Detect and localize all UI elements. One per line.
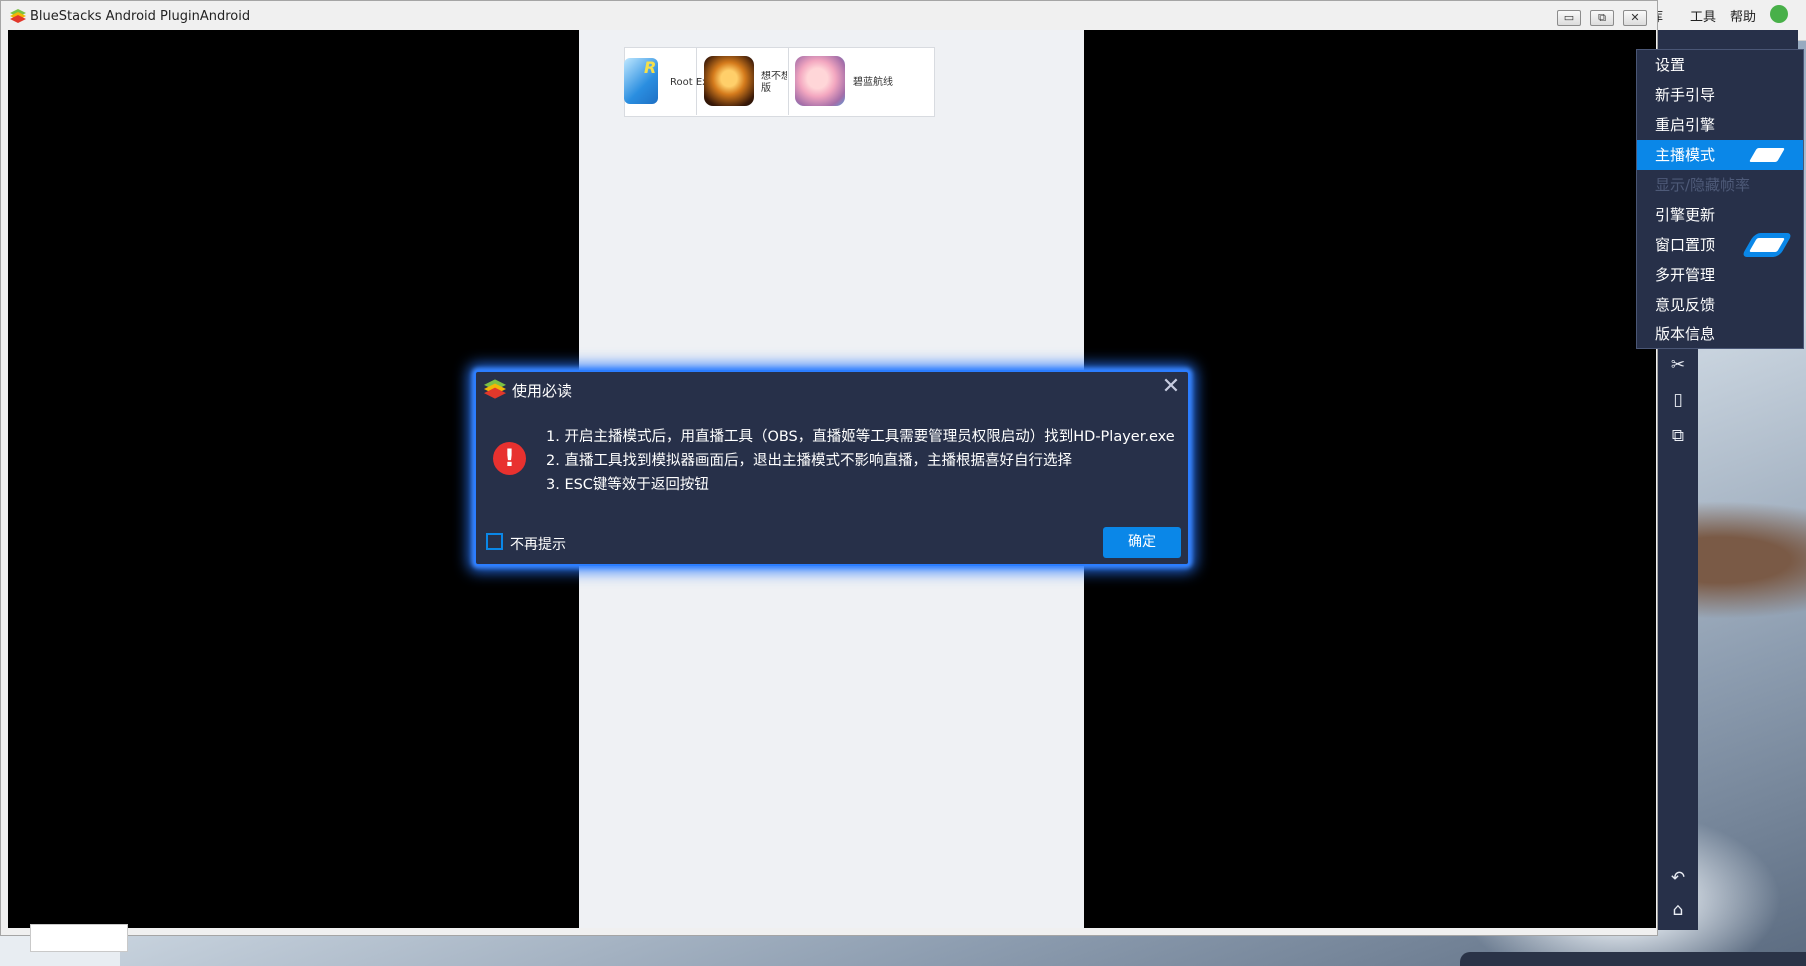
alert-icon: ! (493, 442, 526, 475)
menu-item-toggle-framerate: 显示/隐藏帧率 (1637, 170, 1803, 200)
azur-lane-icon (795, 56, 845, 106)
system-tray (1460, 952, 1806, 966)
dont-show-again-label[interactable]: 不再提示 (510, 534, 566, 554)
multi-window-icon[interactable]: ⧉ (1668, 426, 1688, 446)
dont-show-again-checkbox[interactable] (486, 533, 503, 550)
dialog-line-2: 2. 直播工具找到模拟器画面后，退出主播模式不影响直播，主播根据喜好自行选择 (546, 453, 1072, 469)
menu-item-label: 版本信息 (1655, 325, 1716, 343)
menu-item-label: 主播模式 (1655, 146, 1716, 164)
menu-item-settings[interactable]: 设置 (1637, 50, 1803, 80)
menu-item-label: 多开管理 (1655, 266, 1716, 284)
menu-item-label: 设置 (1655, 56, 1686, 74)
scissors-icon[interactable]: ✂ (1668, 355, 1688, 375)
menu-item-version-info[interactable]: 版本信息 (1637, 319, 1803, 349)
meditation-app-icon (704, 56, 754, 106)
menu-item-restart-engine[interactable]: 重启引擎 (1637, 110, 1803, 140)
dialog-line-1: 1. 开启主播模式后，用直播工具（OBS，直播姬等工具需要管理员权限启动）找到H… (546, 429, 1175, 445)
host-menu-tools[interactable]: 工具 (1690, 6, 1716, 25)
app-label-azur-lane: 碧蓝航线 (853, 77, 893, 88)
menu-item-label: 显示/隐藏帧率 (1655, 176, 1751, 194)
close-window-button[interactable]: ✕ (1623, 10, 1647, 26)
minimize-button[interactable]: ▭ (1557, 10, 1581, 26)
home-icon[interactable]: ⌂ (1668, 900, 1688, 920)
streamer-mode-toggle[interactable] (1748, 148, 1786, 162)
window-title: BlueStacks Android PluginAndroid (30, 9, 251, 24)
menu-item-streamer-mode[interactable]: 主播模式 (1637, 140, 1803, 170)
menu-item-label: 新手引导 (1655, 86, 1716, 104)
back-icon[interactable]: ↶ (1668, 868, 1688, 888)
bluestacks-logo-icon (484, 379, 506, 399)
menu-item-label: 意见反馈 (1655, 296, 1716, 314)
host-app-icon[interactable] (1770, 5, 1788, 23)
always-on-top-toggle[interactable] (1748, 238, 1786, 252)
menu-item-multi-instance[interactable]: 多开管理 (1637, 260, 1803, 290)
close-icon[interactable]: ✕ (1160, 376, 1182, 398)
dialog-title: 使用必读 (512, 382, 573, 400)
host-menu-help[interactable]: 帮助 (1730, 6, 1756, 25)
menu-item-label: 窗口置顶 (1655, 236, 1716, 254)
ok-button[interactable]: 确定 (1103, 527, 1181, 558)
dialog-line-3: 3. ESC键等效于返回按钮 (546, 477, 709, 493)
taskbar-field[interactable] (30, 924, 128, 952)
menu-item-engine-update[interactable]: 引擎更新 (1637, 200, 1803, 230)
root-explorer-letter-icon: R (644, 58, 657, 77)
bluestacks-logo-icon (10, 9, 26, 23)
shake-icon[interactable]: ▯ (1668, 390, 1688, 410)
menu-item-always-on-top[interactable]: 窗口置顶 (1637, 230, 1803, 260)
menu-item-feedback[interactable]: 意见反馈 (1637, 290, 1803, 320)
restore-button[interactable]: ⧉ (1590, 10, 1614, 26)
menu-item-label: 引擎更新 (1655, 206, 1716, 224)
menu-item-label: 重启引擎 (1655, 116, 1716, 134)
app-label-meditation: 想不想 版 (761, 71, 787, 94)
menu-item-beginner-guide[interactable]: 新手引导 (1637, 80, 1803, 110)
